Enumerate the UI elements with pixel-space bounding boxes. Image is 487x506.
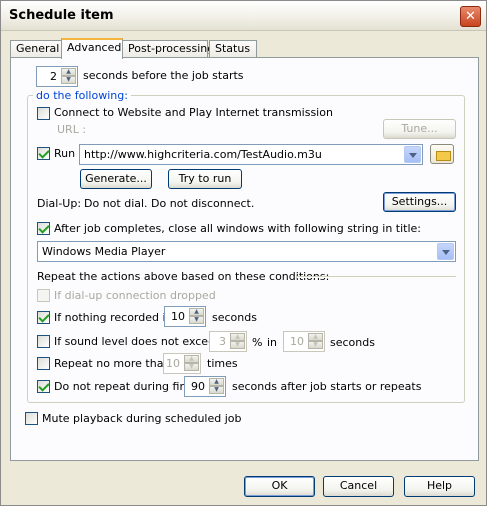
repeat-max-checkbox[interactable] <box>37 357 50 370</box>
tab-general[interactable]: General <box>10 40 62 58</box>
nothing-recorded-stepper[interactable]: 10 ▲ ▼ <box>164 306 206 327</box>
nothing-recorded-value: 10 <box>171 310 185 323</box>
spin-arrows-icon[interactable]: ▲ ▼ <box>61 68 76 85</box>
run-label: Run <box>54 147 76 160</box>
no-repeat-first-label: Do not repeat during first <box>54 380 195 393</box>
no-repeat-first-stepper[interactable]: 90 ▲ ▼ <box>184 376 226 397</box>
window-title-combo[interactable]: Windows Media Player <box>37 241 456 262</box>
sound-level-unit: seconds <box>330 336 375 349</box>
sound-level-checkbox[interactable] <box>37 335 50 348</box>
no-repeat-first-unit: seconds after job starts or repeats <box>232 380 422 393</box>
folder-open-icon[interactable] <box>430 144 454 164</box>
repeat-separator <box>297 276 456 278</box>
tab-status[interactable]: Status <box>209 40 257 58</box>
spin-arrows-icon[interactable]: ▲ ▼ <box>189 308 204 325</box>
tune-button[interactable]: Tune... <box>383 119 456 139</box>
spin-arrows-icon[interactable]: ▲ ▼ <box>209 378 224 395</box>
ok-button[interactable]: OK <box>244 476 315 497</box>
run-url-value: http://www.highcriteria.com/TestAudio.m3… <box>84 148 322 161</box>
connect-label: Connect to Website and Play Internet tra… <box>54 106 333 119</box>
repeat-max-value: 10 <box>166 357 180 370</box>
sound-level-seconds-value: 10 <box>290 335 304 348</box>
dialup-dropped-label: If dial-up connection dropped <box>54 289 216 302</box>
nothing-recorded-unit: seconds <box>212 311 257 324</box>
close-windows-checkbox[interactable] <box>37 222 50 235</box>
run-url-combo[interactable]: http://www.highcriteria.com/TestAudio.m3… <box>79 144 423 165</box>
dialup-value: Do not dial. Do not disconnect. <box>84 197 255 210</box>
delay-stepper[interactable]: 2 ▲ ▼ <box>36 66 78 87</box>
url-label: URL : <box>57 123 87 136</box>
sound-level-label: If sound level does not exceed <box>54 335 222 348</box>
repeat-max-stepper[interactable]: 10 ▲ ▼ <box>163 353 201 374</box>
sound-level-value: 3 <box>219 335 226 348</box>
repeat-max-unit: times <box>207 357 238 370</box>
spin-arrows-icon[interactable]: ▲ ▼ <box>308 333 323 350</box>
dialup-label: Dial-Up: <box>37 197 82 210</box>
schedule-item-dialog: Schedule item ✕ General Advanced Post-pr… <box>0 0 487 506</box>
nothing-recorded-label: If nothing recorded in <box>54 311 173 324</box>
delay-value: 2 <box>50 70 57 83</box>
mute-checkbox[interactable] <box>25 412 38 425</box>
title-bar: Schedule item ✕ <box>1 1 486 31</box>
spin-arrows-icon[interactable]: ▲ ▼ <box>230 333 245 350</box>
repeat-header: Repeat the actions above based on these … <box>37 270 330 283</box>
tab-advanced[interactable]: Advanced <box>61 38 123 59</box>
sound-level-stepper[interactable]: 3 ▲ ▼ <box>209 331 247 352</box>
close-windows-label: After job completes, close all windows w… <box>54 222 422 235</box>
generate-button[interactable]: Generate... <box>80 169 152 189</box>
tab-post-processing[interactable]: Post-processing <box>122 40 214 58</box>
no-repeat-first-value: 90 <box>191 380 205 393</box>
delay-label: seconds before the job starts <box>83 69 244 82</box>
sound-level-in: in <box>267 336 278 349</box>
nothing-recorded-checkbox[interactable] <box>37 311 50 324</box>
spin-arrows-icon[interactable]: ▲ ▼ <box>184 355 199 372</box>
repeat-max-label: Repeat no more than <box>54 357 171 370</box>
chevron-down-icon[interactable] <box>404 146 421 163</box>
settings-button[interactable]: Settings... <box>383 192 456 212</box>
dialup-dropped-checkbox[interactable] <box>37 289 50 302</box>
sound-level-pct: % <box>252 336 263 349</box>
no-repeat-first-checkbox[interactable] <box>37 380 50 393</box>
cancel-button[interactable]: Cancel <box>323 476 394 497</box>
try-to-run-button[interactable]: Try to run <box>168 169 242 189</box>
window-title: Schedule item <box>9 8 114 23</box>
connect-checkbox[interactable] <box>37 107 50 120</box>
chevron-down-icon[interactable] <box>437 243 454 260</box>
mute-label: Mute playback during scheduled job <box>42 412 242 425</box>
help-button[interactable]: Help <box>404 476 475 497</box>
sound-level-seconds-stepper[interactable]: 10 ▲ ▼ <box>283 331 325 352</box>
close-icon[interactable]: ✕ <box>460 6 481 27</box>
group-legend: do the following: <box>33 89 131 102</box>
run-checkbox[interactable] <box>37 147 50 160</box>
window-title-value: Windows Media Player <box>42 245 166 258</box>
